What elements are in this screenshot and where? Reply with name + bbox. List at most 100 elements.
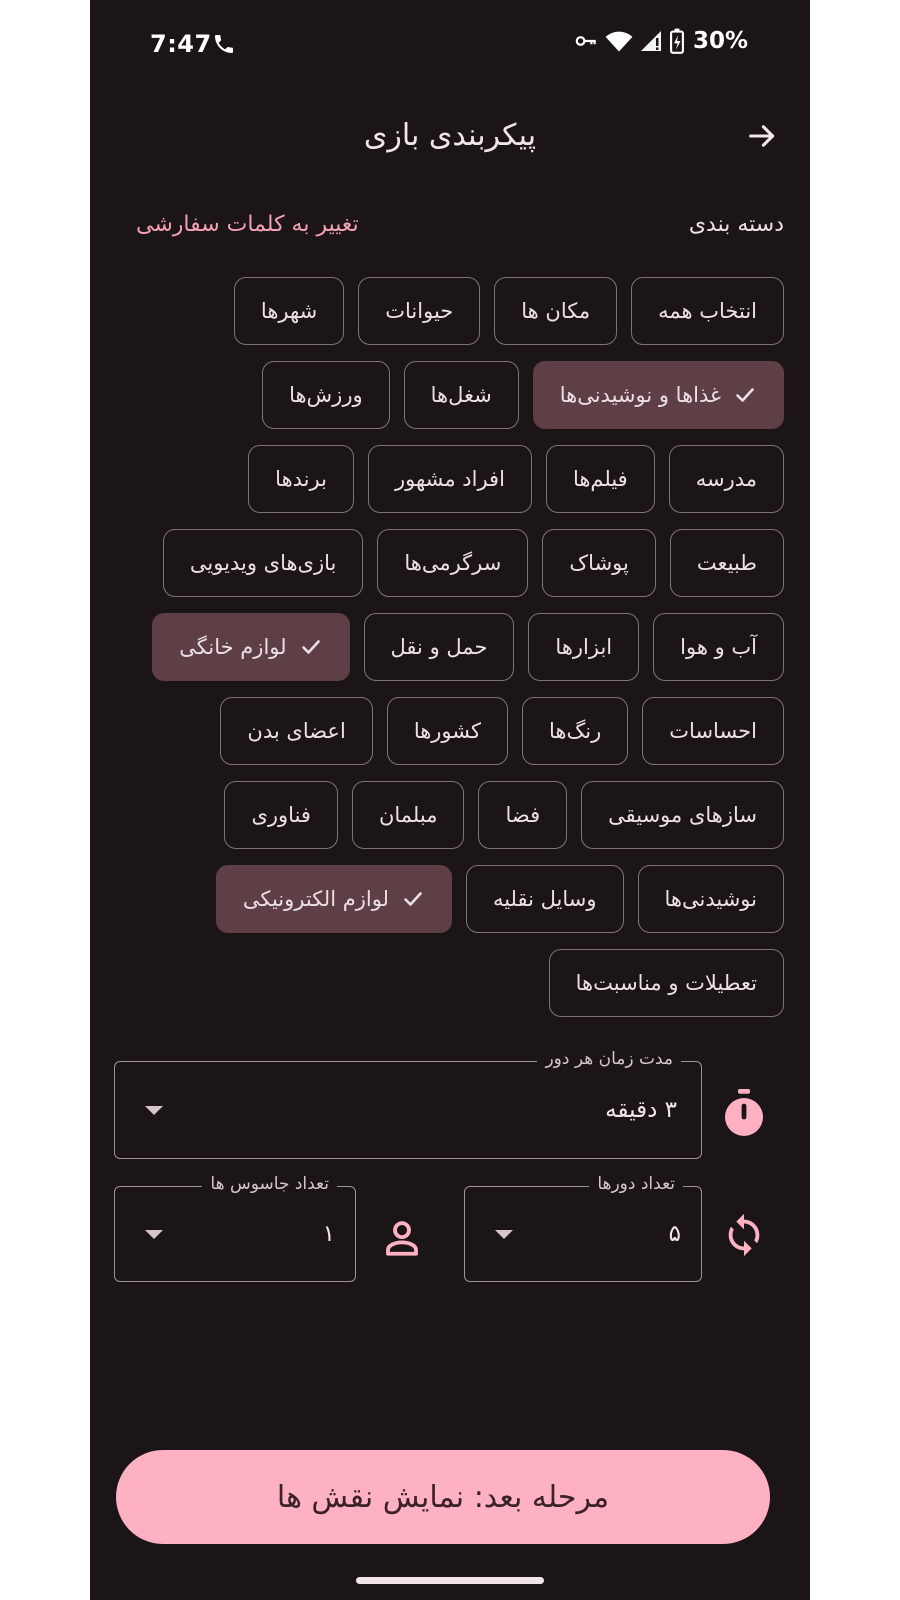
category-chip[interactable]: پوشاک — [542, 529, 656, 597]
app-screen: 7:47 30% پیکربندی بازی دسته بندی تغییر ب… — [90, 0, 810, 1600]
category-chip[interactable]: لوازم خانگی — [152, 613, 350, 681]
category-chip[interactable]: مبلمان — [351, 781, 465, 849]
category-chip-label: کشورها — [413, 719, 482, 743]
category-chip-label: لوازم الکترونیکی — [242, 887, 389, 911]
top-app-bar: پیکربندی بازی — [90, 100, 810, 180]
category-chip[interactable]: ابزارها — [528, 613, 640, 681]
round-duration-value: ۳ دقیقه — [605, 1097, 677, 1123]
category-chip[interactable]: شغل‌ها — [403, 361, 519, 429]
category-chip-label: پوشاک — [569, 551, 629, 575]
chip-row: احساسات رنگ‌ها کشورها اعضای بدن — [124, 697, 784, 765]
category-chip-label: حیوانات — [385, 299, 454, 323]
person-icon — [374, 1210, 430, 1266]
chip-row: مدرسه فیلم‌ها افراد مشهور برندها — [124, 445, 784, 513]
dropdown-arrow-icon — [145, 1230, 163, 1239]
category-chip-label: ابزارها — [555, 635, 613, 659]
category-chip-label: برندها — [275, 467, 327, 491]
category-chip[interactable]: بازی‌های ویدیویی — [162, 529, 364, 597]
category-chip-label: بازی‌های ویدیویی — [189, 551, 337, 575]
check-icon — [733, 383, 757, 407]
category-chip[interactable]: رنگ‌ها — [522, 697, 629, 765]
status-time: 7:47 — [150, 30, 212, 58]
category-chip[interactable]: نوشیدنی‌ها — [637, 865, 784, 933]
category-chip[interactable]: برندها — [248, 445, 354, 513]
category-chip[interactable]: سازهای موسیقی — [581, 781, 784, 849]
chip-row: غذاها و نوشیدنی‌ها شغل‌ها ورزش‌ها — [124, 361, 784, 429]
category-chip[interactable]: غذاها و نوشیدنی‌ها — [532, 361, 784, 429]
status-bar: 7:47 30% — [90, 0, 810, 90]
category-chip-label: سازهای موسیقی — [608, 803, 757, 827]
chip-row: انتخاب همه مکان ها حیوانات شهرها — [124, 277, 784, 345]
category-chip[interactable]: فضا — [478, 781, 568, 849]
spies-count-value: ۱ — [322, 1221, 335, 1247]
battery-level: 30% — [692, 28, 748, 54]
category-chip[interactable]: فیلم‌ها — [545, 445, 655, 513]
category-chip[interactable]: شهرها — [233, 277, 345, 345]
category-chip-label: فناوری — [251, 803, 311, 827]
category-chip-label: فضا — [505, 803, 541, 827]
category-chip-label: شهرها — [260, 299, 318, 323]
category-chip-label: وسایل نقلیه — [492, 887, 597, 911]
category-chip[interactable]: طبیعت — [669, 529, 784, 597]
category-chip[interactable]: مدرسه — [668, 445, 784, 513]
category-chip-label: اعضای بدن — [247, 719, 346, 743]
category-chip[interactable]: تعطیلات و مناسبت‌ها — [548, 949, 784, 1017]
category-chip[interactable]: وسایل نقلیه — [465, 865, 624, 933]
category-chip-label: افراد مشهور — [394, 467, 505, 491]
sync-icon — [716, 1207, 772, 1263]
category-chip-label: مدرسه — [695, 467, 757, 491]
phone-call-icon — [212, 32, 236, 56]
category-chip-label: احساسات — [669, 719, 757, 743]
category-chip[interactable]: حمل و نقل — [363, 613, 515, 681]
home-indicator[interactable] — [356, 1577, 544, 1584]
custom-words-link[interactable]: تغییر به کلمات سفارشی — [136, 212, 359, 237]
category-chip-label: لوازم خانگی — [179, 635, 287, 659]
category-chip-label: نوشیدنی‌ها — [664, 887, 757, 911]
chip-row: طبیعت پوشاک سرگرمی‌ها بازی‌های ویدیویی — [124, 529, 784, 597]
category-chip[interactable]: حیوانات — [358, 277, 481, 345]
category-chip[interactable]: فناوری — [224, 781, 338, 849]
chip-row: نوشیدنی‌ها وسایل نقلیه لوازم الکترونیکی — [124, 865, 784, 933]
timer-icon — [716, 1085, 772, 1141]
chip-row: آب و هوا ابزارها حمل و نقل لوازم خانگی — [124, 613, 784, 681]
category-chip[interactable]: مکان ها — [494, 277, 618, 345]
category-chip-label: حمل و نقل — [390, 635, 488, 659]
page-title: پیکربندی بازی — [363, 118, 537, 153]
category-chip-label: مبلمان — [378, 803, 438, 827]
category-chip[interactable]: آب و هوا — [653, 613, 784, 681]
category-chip-label: مکان ها — [521, 299, 591, 323]
chip-row: سازهای موسیقی فضا مبلمان فناوری — [124, 781, 784, 849]
category-chip[interactable]: افراد مشهور — [367, 445, 532, 513]
category-chip-label: انتخاب همه — [658, 299, 757, 323]
category-chip-label: فیلم‌ها — [572, 467, 628, 491]
category-chip-label: غذاها و نوشیدنی‌ها — [559, 383, 721, 407]
dropdown-arrow-icon — [495, 1230, 513, 1239]
category-chips: انتخاب همه مکان ها حیوانات شهرها غذاها و نوش… — [124, 277, 784, 1033]
category-chip[interactable]: احساسات — [642, 697, 784, 765]
rounds-count-value: ۵ — [668, 1221, 681, 1247]
dropdown-arrow-icon — [145, 1106, 163, 1115]
category-chip[interactable]: اعضای بدن — [220, 697, 373, 765]
wifi-icon — [605, 28, 633, 54]
category-chip-label: رنگ‌ها — [549, 719, 602, 743]
category-chip-label: آب و هوا — [680, 635, 757, 659]
round-duration-field[interactable]: مدت زمان هر دور ۳ دقیقه — [114, 1049, 702, 1159]
category-chip[interactable]: کشورها — [386, 697, 509, 765]
spies-count-field[interactable]: تعداد جاسوس ها ۱ — [114, 1174, 356, 1282]
category-chip[interactable]: سرگرمی‌ها — [377, 529, 529, 597]
chip-row: تعطیلات و مناسبت‌ها — [124, 949, 784, 1017]
arrow-forward-icon — [745, 119, 779, 157]
category-chip[interactable]: ورزش‌ها — [262, 361, 390, 429]
battery-charging-icon — [669, 28, 685, 54]
back-button[interactable] — [740, 116, 784, 160]
category-chip-label: طبیعت — [696, 551, 757, 575]
category-chip[interactable]: لوازم الکترونیکی — [215, 865, 452, 933]
check-icon — [299, 635, 323, 659]
category-chip[interactable]: انتخاب همه — [631, 277, 784, 345]
category-chip-label: تعطیلات و مناسبت‌ها — [575, 971, 757, 995]
rounds-count-field[interactable]: تعداد دورها ۵ — [464, 1174, 702, 1282]
check-icon — [401, 887, 425, 911]
spies-count-label: تعداد جاسوس ها — [202, 1174, 337, 1194]
next-step-button[interactable]: مرحله بعد: نمایش نقش ها — [116, 1450, 770, 1544]
vpn-key-icon — [573, 28, 599, 54]
